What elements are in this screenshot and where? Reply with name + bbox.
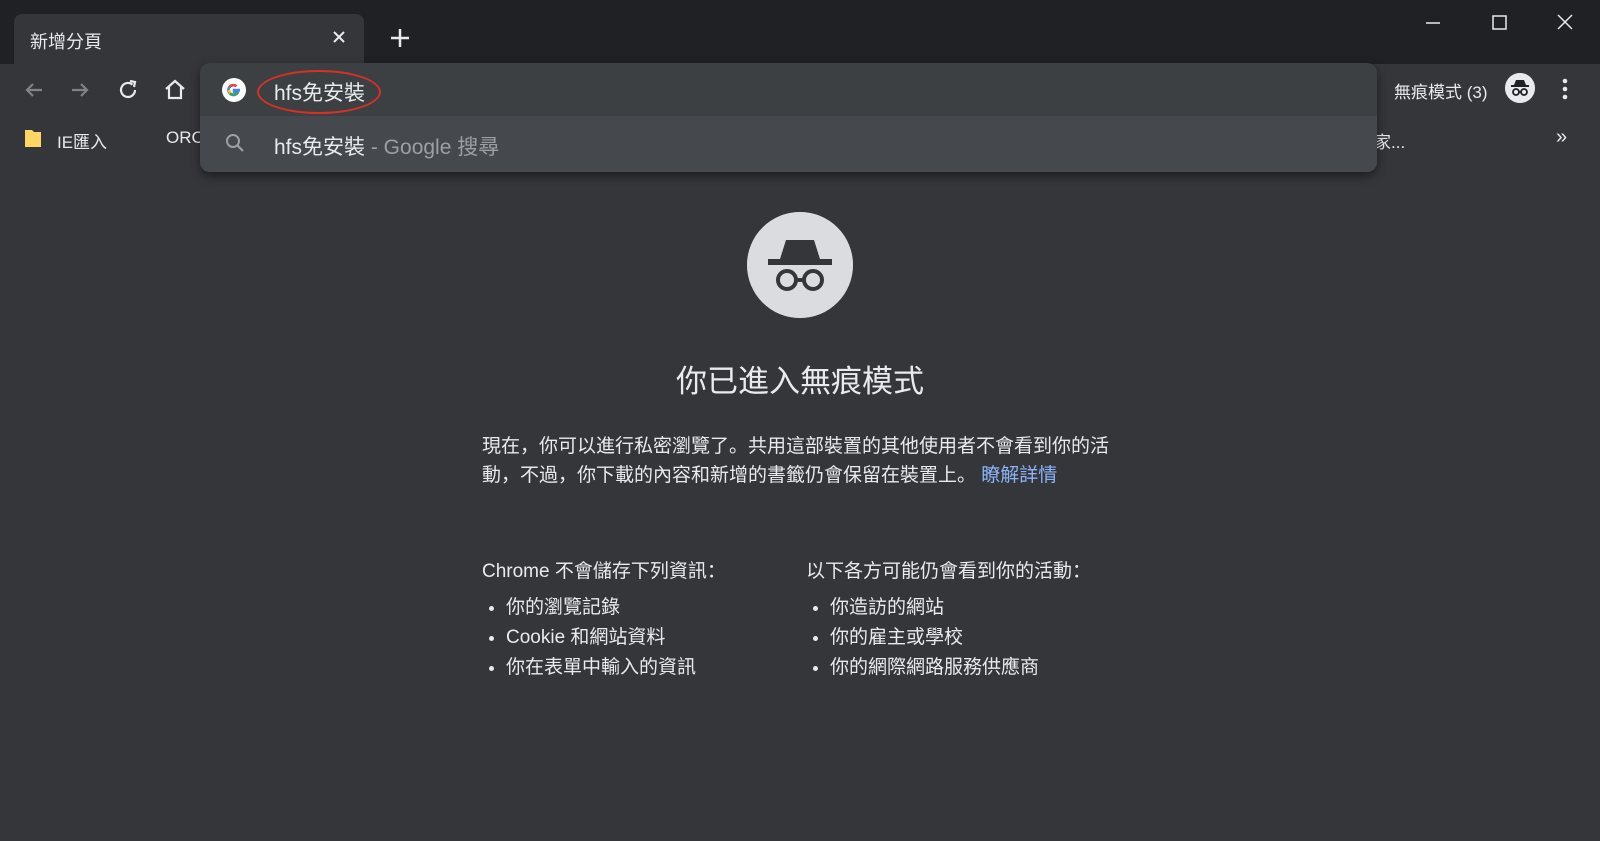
page-description: 現在，你可以進行私密瀏覽了。共用這部裝置的其他使用者不會看到你的活動，不過，你下… bbox=[482, 432, 1112, 490]
search-icon bbox=[226, 134, 244, 152]
browser-window: 新增分頁 hfs免安裝 hfs免安裝 - Google 搜尋 無痕模式 (3) … bbox=[0, 0, 1600, 841]
omnibox[interactable]: hfs免安裝 hfs免安裝 - Google 搜尋 bbox=[200, 63, 1377, 172]
list-item: 你的瀏覽記錄 bbox=[506, 593, 726, 623]
suggestion-subtext: - Google 搜尋 bbox=[365, 136, 500, 159]
incognito-label[interactable]: 無痕模式 (3) bbox=[1394, 78, 1488, 103]
page-title: 你已進入無痕模式 bbox=[676, 364, 924, 399]
folder-icon bbox=[25, 130, 41, 147]
arrow-back-icon[interactable] bbox=[20, 76, 48, 104]
omnibox-input[interactable]: hfs免安裝 bbox=[274, 77, 365, 107]
new-tab-button[interactable] bbox=[388, 26, 412, 50]
bookmark-orc[interactable]: ORC bbox=[166, 128, 204, 148]
tab-new-tab[interactable]: 新增分頁 bbox=[14, 14, 364, 64]
suggestion-text: hfs免安裝 - Google 搜尋 bbox=[274, 131, 499, 161]
list-item: 你造訪的網站 bbox=[830, 593, 1091, 623]
bookmarks-more-button[interactable]: » bbox=[1556, 126, 1567, 149]
home-icon[interactable] bbox=[161, 76, 189, 104]
arrow-forward-icon[interactable] bbox=[66, 76, 94, 104]
maximize-icon[interactable] bbox=[1484, 12, 1514, 34]
google-g-icon bbox=[222, 78, 246, 102]
visible-to-title: 以下各方可能仍會看到你的活動： bbox=[806, 561, 1092, 582]
close-icon[interactable] bbox=[328, 26, 350, 48]
omnibox-suggestion[interactable]: hfs免安裝 - Google 搜尋 bbox=[200, 116, 1377, 172]
window-close-icon[interactable] bbox=[1550, 12, 1580, 34]
bookmark-ie-import[interactable]: IE匯入 bbox=[57, 128, 107, 153]
tab-title: 新增分頁 bbox=[30, 32, 102, 52]
more-vert-icon[interactable] bbox=[1553, 76, 1577, 102]
incognito-page: 你已進入無痕模式 現在，你可以進行私密瀏覽了。共用這部裝置的其他使用者不會看到你… bbox=[0, 160, 1600, 841]
not-saved-title: Chrome 不會儲存下列資訊： bbox=[482, 561, 726, 582]
not-saved-section: Chrome 不會儲存下列資訊： 你的瀏覽記錄 Cookie 和網站資料 你在表… bbox=[482, 556, 726, 683]
incognito-icon[interactable] bbox=[1505, 73, 1535, 103]
list-item: 你的雇主或學校 bbox=[830, 623, 1091, 653]
reload-icon[interactable] bbox=[114, 76, 142, 104]
tab-strip: 新增分頁 bbox=[0, 0, 1600, 64]
bookmark-overflow-fragment[interactable]: 家... bbox=[1374, 128, 1405, 153]
learn-more-link[interactable]: 瞭解詳情 bbox=[981, 465, 1057, 486]
incognito-icon bbox=[747, 212, 853, 318]
suggestion-query: hfs免安裝 bbox=[274, 136, 366, 159]
omnibox-input-row[interactable]: hfs免安裝 bbox=[200, 63, 1377, 115]
list-item: 你在表單中輸入的資訊 bbox=[506, 653, 726, 683]
list-item: 你的網際網路服務供應商 bbox=[830, 653, 1091, 683]
list-item: Cookie 和網站資料 bbox=[506, 623, 726, 653]
visible-to-section: 以下各方可能仍會看到你的活動： 你造訪的網站 你的雇主或學校 你的網際網路服務供… bbox=[806, 556, 1091, 683]
minimize-icon[interactable] bbox=[1418, 12, 1448, 34]
